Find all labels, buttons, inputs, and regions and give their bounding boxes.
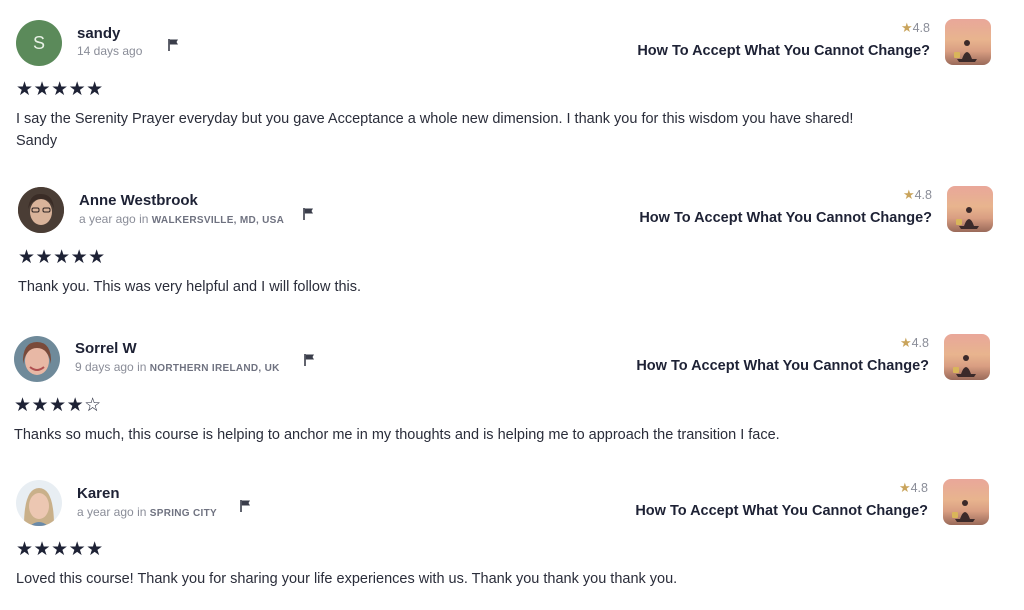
flag-icon[interactable] <box>239 499 253 513</box>
star-icon: ★ <box>899 335 912 350</box>
course-rating-value: 4.8 <box>910 481 928 495</box>
reviewer-name[interactable]: Sorrel W <box>75 340 137 357</box>
course-title-link[interactable]: How To Accept What You Cannot Change? <box>639 210 932 226</box>
course-title-link[interactable]: How To Accept What You Cannot Change? <box>635 503 928 519</box>
avatar-initial: S <box>32 32 45 53</box>
reviewer-location: SPRING CITY <box>149 508 217 519</box>
course-rating: ★4.8 <box>903 187 932 203</box>
star-rating: ★★★★☆ <box>14 395 102 416</box>
meditating-person-image <box>954 40 977 62</box>
review-text: Thanks so much, this course is helping t… <box>14 424 780 446</box>
review-card: Sorrel W 9 days ago in NORTHERN IRELAND,… <box>0 310 1024 460</box>
course-title-link[interactable]: How To Accept What You Cannot Change? <box>636 358 929 374</box>
review-time: a year ago in SPRING CITY <box>77 505 217 519</box>
review-text-line: Loved this course! Thank you for sharing… <box>16 571 678 587</box>
review-in-label: in <box>137 360 147 374</box>
review-text-line: Thank you. This was very helpful and I w… <box>18 279 362 295</box>
reviewer-location: WALKERSVILLE, MD, USA <box>151 215 285 226</box>
flag-icon[interactable] <box>303 353 317 367</box>
star-icon: ★ <box>902 187 915 202</box>
reviewer-name[interactable]: Karen <box>77 485 120 502</box>
review-time: 9 days ago in NORTHERN IRELAND, UK <box>75 360 280 374</box>
star-icon: ★ <box>900 20 913 35</box>
review-in-label: in <box>139 212 149 226</box>
review-text: Loved this course! Thank you for sharing… <box>16 568 677 590</box>
course-thumbnail[interactable] <box>947 186 993 232</box>
course-rating-value: 4.8 <box>912 21 930 35</box>
meditating-person-image <box>953 355 976 377</box>
star-rating: ★★★★★ <box>16 539 104 560</box>
review-time-text: 9 days ago <box>75 360 134 374</box>
avatar[interactable] <box>18 187 64 233</box>
reviewer-location: NORTHERN IRELAND, UK <box>149 363 280 374</box>
review-card: S sandy 14 days ago ★★★★★ I say the Sere… <box>0 0 1024 160</box>
avatar[interactable] <box>14 336 60 382</box>
course-rating-value: 4.8 <box>914 188 932 202</box>
star-rating: ★★★★★ <box>16 79 104 100</box>
review-time-text: 14 days ago <box>77 44 143 58</box>
review-text-line: I say the Serenity Prayer everyday but y… <box>16 111 854 127</box>
review-time-text: a year ago <box>79 212 136 226</box>
flag-icon[interactable] <box>302 207 316 221</box>
reviewer-photo <box>18 187 64 233</box>
star-icon: ★ <box>898 480 911 495</box>
review-time: 14 days ago <box>77 44 142 58</box>
course-rating: ★4.8 <box>900 335 929 351</box>
review-text-line: Sandy <box>16 133 58 149</box>
reviewer-photo <box>16 480 62 526</box>
course-thumbnail[interactable] <box>943 479 989 525</box>
review-card: Karen a year ago in SPRING CITY ★★★★★ Lo… <box>0 460 1024 610</box>
meditating-person-image <box>952 500 975 522</box>
reviewer-photo <box>14 336 60 382</box>
course-thumbnail[interactable] <box>945 19 991 65</box>
course-thumbnail[interactable] <box>944 334 990 380</box>
review-text: I say the Serenity Prayer everyday but y… <box>16 108 853 152</box>
avatar[interactable]: S <box>16 20 62 66</box>
course-rating: ★4.8 <box>901 20 930 36</box>
review-time-text: a year ago <box>77 505 134 519</box>
course-rating-value: 4.8 <box>911 336 929 350</box>
review-time: a year ago in WALKERSVILLE, MD, USA <box>79 212 284 226</box>
review-text-line: Thanks so much, this course is helping t… <box>14 427 780 443</box>
course-rating: ★4.8 <box>899 480 928 496</box>
course-title-link[interactable]: How To Accept What You Cannot Change? <box>637 43 930 59</box>
flag-icon[interactable] <box>167 38 181 52</box>
avatar[interactable] <box>16 480 62 526</box>
meditating-person-image <box>956 207 979 229</box>
star-rating: ★★★★★ <box>18 247 106 268</box>
review-in-label: in <box>137 505 147 519</box>
reviewer-name[interactable]: sandy <box>77 25 120 42</box>
review-card: Anne Westbrook a year ago in WALKERSVILL… <box>0 160 1024 310</box>
review-text: Thank you. This was very helpful and I w… <box>18 276 361 298</box>
reviewer-name[interactable]: Anne Westbrook <box>79 192 198 209</box>
